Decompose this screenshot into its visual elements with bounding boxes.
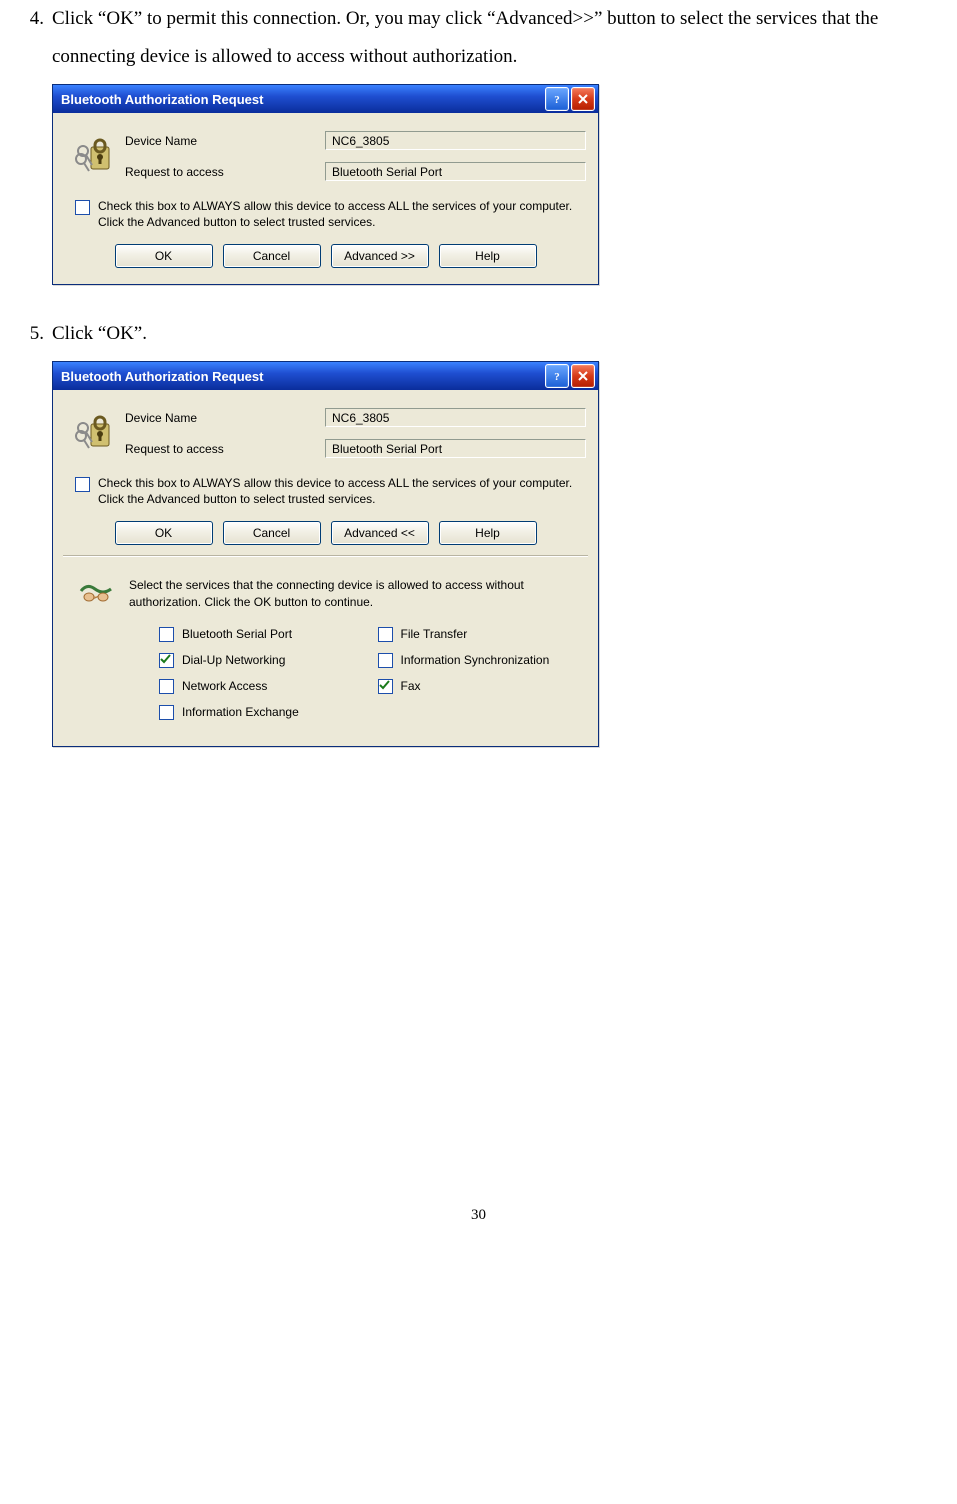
dialog-bluetooth-auth-collapsed: Bluetooth Authorization Request ?	[52, 84, 599, 285]
device-name-label: Device Name	[125, 134, 325, 148]
cancel-button[interactable]: Cancel	[223, 244, 321, 268]
help-button[interactable]: Help	[439, 244, 537, 268]
step-text: Click “OK” to permit this connection. Or…	[52, 0, 937, 76]
ok-button[interactable]: OK	[115, 521, 213, 545]
ok-button[interactable]: OK	[115, 244, 213, 268]
page-number: 30	[20, 1207, 937, 1244]
request-access-label: Request to access	[125, 165, 325, 179]
advanced-instructions: Select the services that the connecting …	[129, 577, 582, 609]
close-icon[interactable]	[571, 87, 595, 111]
request-access-field: Bluetooth Serial Port	[325, 439, 586, 458]
device-name-field: NC6_3805	[325, 408, 586, 427]
request-access-field: Bluetooth Serial Port	[325, 162, 586, 181]
step-number: 5.	[20, 315, 52, 353]
service-checkbox-dial-up-networking[interactable]	[159, 653, 174, 668]
service-label: Network Access	[182, 679, 267, 693]
svg-text:?: ?	[554, 371, 560, 382]
always-allow-checkbox[interactable]	[75, 477, 90, 492]
service-checkbox-fax[interactable]	[378, 679, 393, 694]
always-allow-label: Check this box to ALWAYS allow this devi…	[98, 476, 586, 507]
handshake-icon	[79, 577, 113, 610]
window-title: Bluetooth Authorization Request	[61, 369, 545, 384]
service-label: Information Exchange	[182, 705, 299, 719]
always-allow-label: Check this box to ALWAYS allow this devi…	[98, 199, 586, 230]
service-checkbox-information-exchange[interactable]	[159, 705, 174, 720]
titlebar[interactable]: Bluetooth Authorization Request ?	[53, 362, 598, 390]
always-allow-checkbox[interactable]	[75, 200, 90, 215]
keys-lock-icon	[75, 412, 115, 455]
service-checkbox-file-transfer[interactable]	[378, 627, 393, 642]
titlebar[interactable]: Bluetooth Authorization Request ?	[53, 85, 598, 113]
svg-text:?: ?	[554, 94, 560, 105]
help-button[interactable]: Help	[439, 521, 537, 545]
step-text: Click “OK”.	[52, 315, 937, 353]
cancel-button[interactable]: Cancel	[223, 521, 321, 545]
device-name-label: Device Name	[125, 411, 325, 425]
service-label: Fax	[401, 679, 421, 693]
advanced-button[interactable]: Advanced <<	[331, 521, 429, 545]
divider	[63, 555, 588, 557]
service-label: Dial-Up Networking	[182, 653, 285, 667]
service-checkbox-bluetooth-serial-port[interactable]	[159, 627, 174, 642]
keys-lock-icon	[75, 135, 115, 178]
device-name-field: NC6_3805	[325, 131, 586, 150]
help-icon[interactable]: ?	[545, 87, 569, 111]
service-label: File Transfer	[401, 627, 468, 641]
dialog-bluetooth-auth-expanded: Bluetooth Authorization Request ?	[52, 361, 599, 747]
step-number: 4.	[20, 0, 52, 38]
close-icon[interactable]	[571, 364, 595, 388]
service-checkbox-network-access[interactable]	[159, 679, 174, 694]
help-icon[interactable]: ?	[545, 364, 569, 388]
service-label: Information Synchronization	[401, 653, 550, 667]
service-label: Bluetooth Serial Port	[182, 627, 292, 641]
advanced-button[interactable]: Advanced >>	[331, 244, 429, 268]
window-title: Bluetooth Authorization Request	[61, 92, 545, 107]
service-checkbox-information-synchronization[interactable]	[378, 653, 393, 668]
request-access-label: Request to access	[125, 442, 325, 456]
